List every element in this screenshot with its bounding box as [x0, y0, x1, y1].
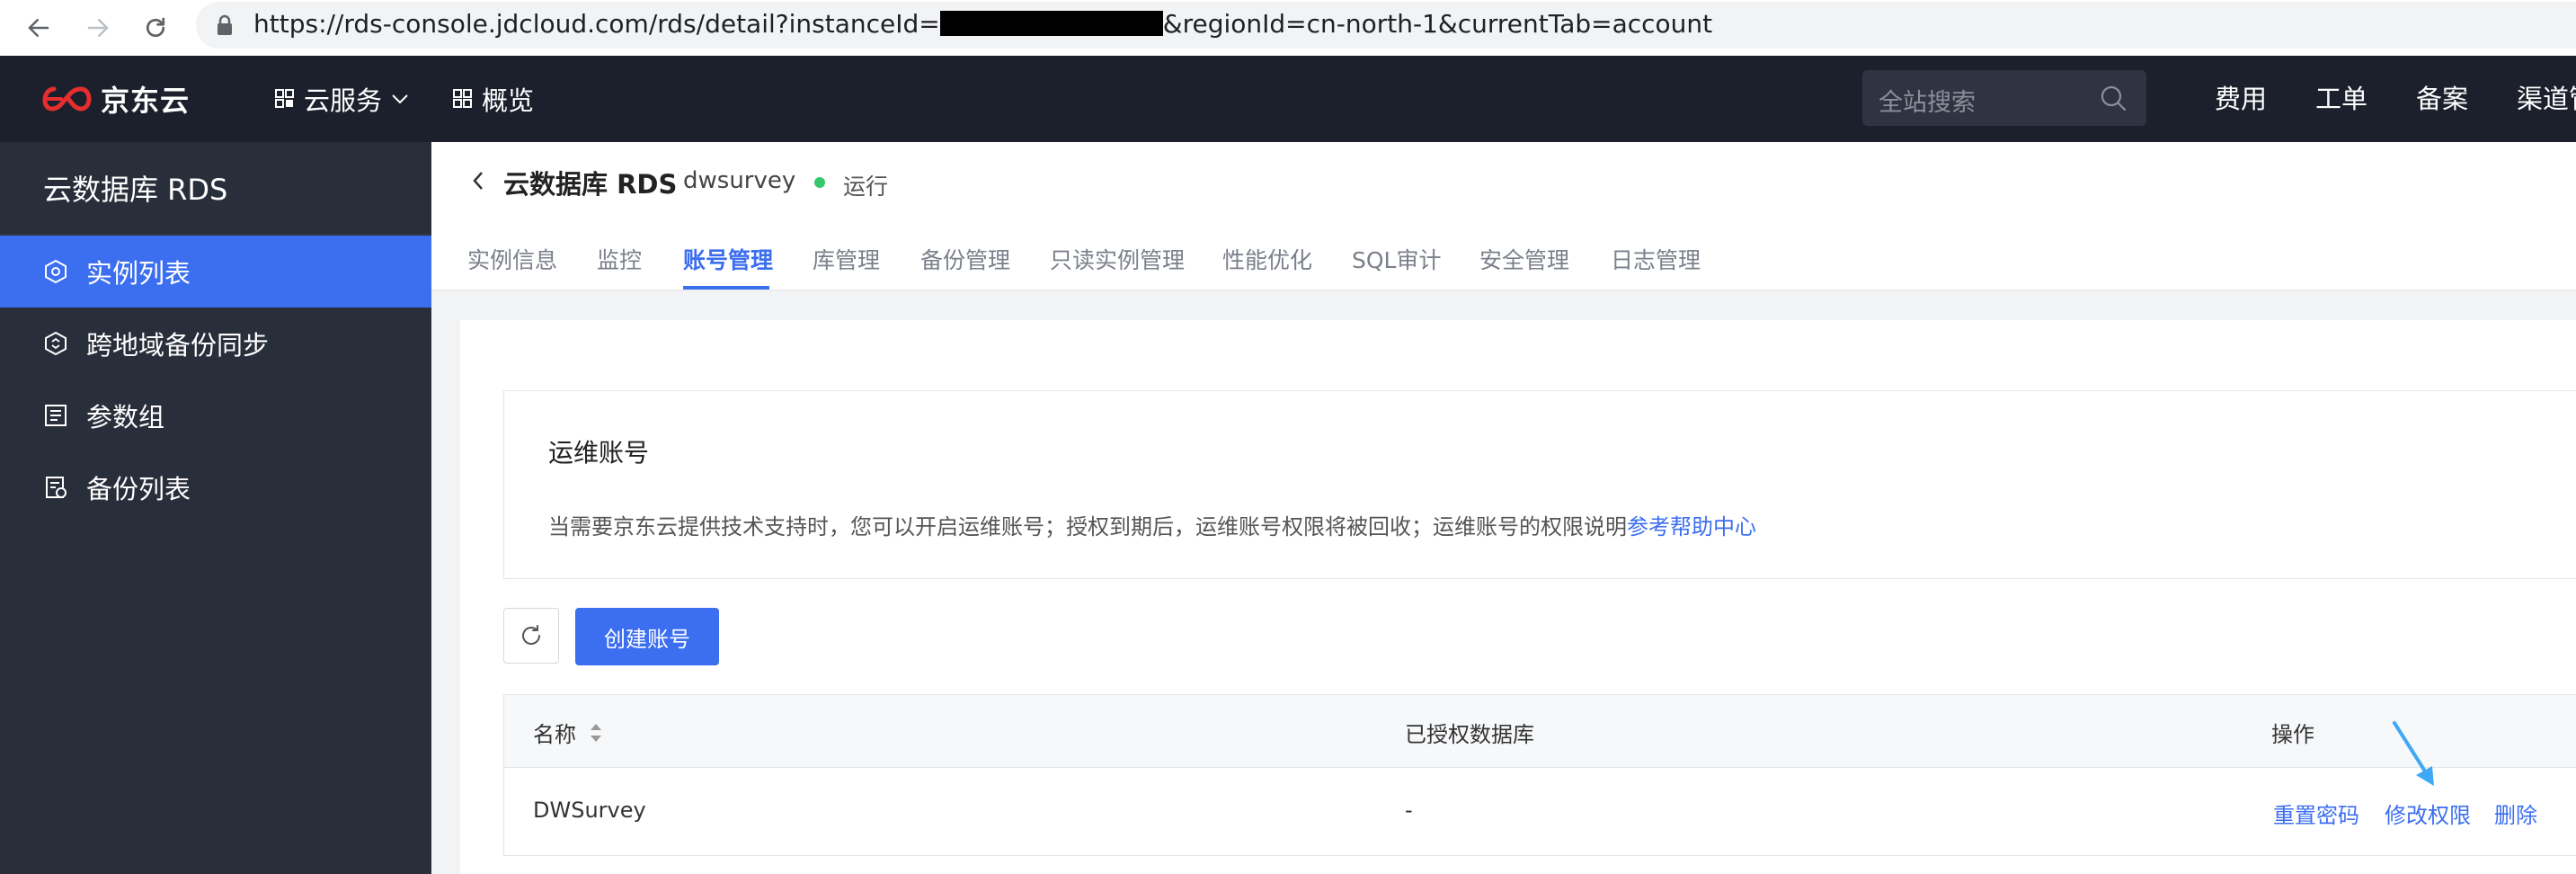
billing-link[interactable]: 费用 — [2215, 81, 2267, 117]
sidebar: 云数据库 RDS 实例列表 跨地域备份同步 参数组 备份列表 — [0, 142, 431, 874]
refresh-icon — [522, 625, 540, 645]
tab-performance[interactable]: 性能优化 — [1222, 243, 1312, 275]
sidebar-item-label: 跨地域备份同步 — [86, 330, 270, 361]
sidebar-title: 云数据库 RDS — [43, 173, 228, 207]
ops-description-text: 当需要京东云提供技术支持时，您可以开启运维账号；授权到期后，运维账号权限将被回收… — [548, 514, 1627, 540]
forward-arrow-icon[interactable] — [77, 7, 119, 49]
tab-account-management[interactable]: 账号管理 — [683, 243, 773, 275]
modify-permissions-link[interactable]: 修改权限 — [2385, 798, 2471, 829]
back-arrow-icon[interactable] — [18, 7, 59, 49]
jdcloud-logo[interactable]: 京东云 — [40, 81, 191, 118]
channel-link[interactable]: 渠道管 — [2517, 81, 2576, 117]
overview-link[interactable]: 概览 — [453, 81, 534, 117]
ticket-link[interactable]: 工单 — [2315, 81, 2367, 117]
sidebar-item-instances[interactable]: 实例列表 — [0, 236, 431, 308]
logo-icon — [42, 86, 92, 111]
url-prefix: https://rds-console.jdcloud.com/rds/deta… — [253, 9, 940, 39]
backup-icon — [46, 477, 67, 498]
status-dot — [814, 177, 825, 188]
sidebar-divider — [0, 234, 431, 235]
tab-logs[interactable]: 日志管理 — [1611, 243, 1701, 275]
logo-text: 京东云 — [101, 84, 191, 118]
tab-readonly-instances[interactable]: 只读实例管理 — [1050, 243, 1185, 275]
table-header: 名称 已授权数据库 操作 — [504, 695, 2576, 768]
top-navigation: 京东云 云服务 概览 全站搜索 费用 工单 备案 渠道管 — [0, 56, 2576, 142]
search-icon[interactable] — [2100, 85, 2127, 111]
browser-toolbar: https://rds-console.jdcloud.com/rds/deta… — [0, 0, 2576, 57]
tab-sql-audit[interactable]: SQL审计 — [1352, 243, 1441, 275]
tab-monitoring[interactable]: 监控 — [597, 243, 642, 275]
sidebar-item-label: 备份列表 — [86, 474, 191, 504]
lock-icon — [218, 14, 232, 35]
delete-link[interactable]: 删除 — [2494, 798, 2537, 829]
page-title: 云数据库 RDS — [503, 169, 678, 200]
sidebar-item-cross-region-sync[interactable]: 跨地域备份同步 — [0, 308, 431, 379]
url-text[interactable]: https://rds-console.jdcloud.com/rds/deta… — [253, 9, 1712, 40]
refresh-button[interactable] — [503, 608, 559, 664]
cloud-services-menu[interactable]: 云服务 — [275, 81, 418, 117]
cloud-services-label: 云服务 — [304, 85, 383, 116]
chevron-down-icon — [392, 94, 408, 104]
ops-account-panel — [503, 390, 2576, 579]
tab-backup-management[interactable]: 备份管理 — [920, 243, 1010, 275]
overview-label: 概览 — [482, 85, 535, 116]
ops-account-title: 运维账号 — [548, 438, 650, 468]
tab-instance-info[interactable]: 实例信息 — [467, 243, 557, 275]
overview-icon — [453, 89, 472, 108]
reset-password-link[interactable]: 重置密码 — [2273, 798, 2359, 829]
help-center-link[interactable]: 参考帮助中心 — [1627, 514, 1756, 540]
account-name: DWSurvey — [533, 798, 646, 823]
create-account-button[interactable]: 创建账号 — [575, 608, 719, 665]
global-search-input[interactable]: 全站搜索 — [1862, 70, 2146, 126]
annotation-arrow-icon — [2393, 721, 2434, 786]
authorized-databases: - — [1405, 798, 1413, 823]
url-suffix: &regionId=cn-north-1&currentTab=account — [1162, 9, 1713, 39]
search-placeholder: 全站搜索 — [1879, 89, 1976, 117]
accounts-table: 名称 已授权数据库 操作 DWSurvey - 重置密码 修改权限 删除 — [503, 694, 2576, 856]
ops-account-description: 当需要京东云提供技术支持时，您可以开启运维账号；授权到期后，运维账号权限将被回收… — [548, 509, 1756, 540]
column-header-actions: 操作 — [2271, 722, 2314, 747]
sort-icon[interactable] — [589, 722, 603, 744]
back-chevron-icon[interactable] — [467, 167, 489, 194]
params-icon — [45, 405, 67, 426]
tab-database-management[interactable]: 库管理 — [813, 243, 880, 275]
active-tab-indicator — [683, 286, 769, 290]
instance-name: dwsurvey — [683, 167, 796, 194]
status-badge: 运行 — [843, 174, 889, 200]
sidebar-item-label: 参数组 — [86, 402, 165, 433]
sidebar-item-param-groups[interactable]: 参数组 — [0, 379, 431, 451]
column-header-databases: 已授权数据库 — [1405, 722, 1534, 747]
sidebar-item-label: 实例列表 — [86, 258, 191, 289]
tab-security[interactable]: 安全管理 — [1479, 243, 1569, 275]
sidebar-item-backups[interactable]: 备份列表 — [0, 451, 431, 523]
grid-icon — [275, 89, 294, 108]
redacted-instance-id — [939, 11, 1163, 36]
sync-icon — [45, 331, 67, 356]
icp-filing-link[interactable]: 备案 — [2416, 81, 2468, 117]
reload-icon[interactable] — [135, 7, 176, 49]
instance-icon — [45, 259, 67, 284]
column-header-name[interactable]: 名称 — [533, 717, 576, 748]
